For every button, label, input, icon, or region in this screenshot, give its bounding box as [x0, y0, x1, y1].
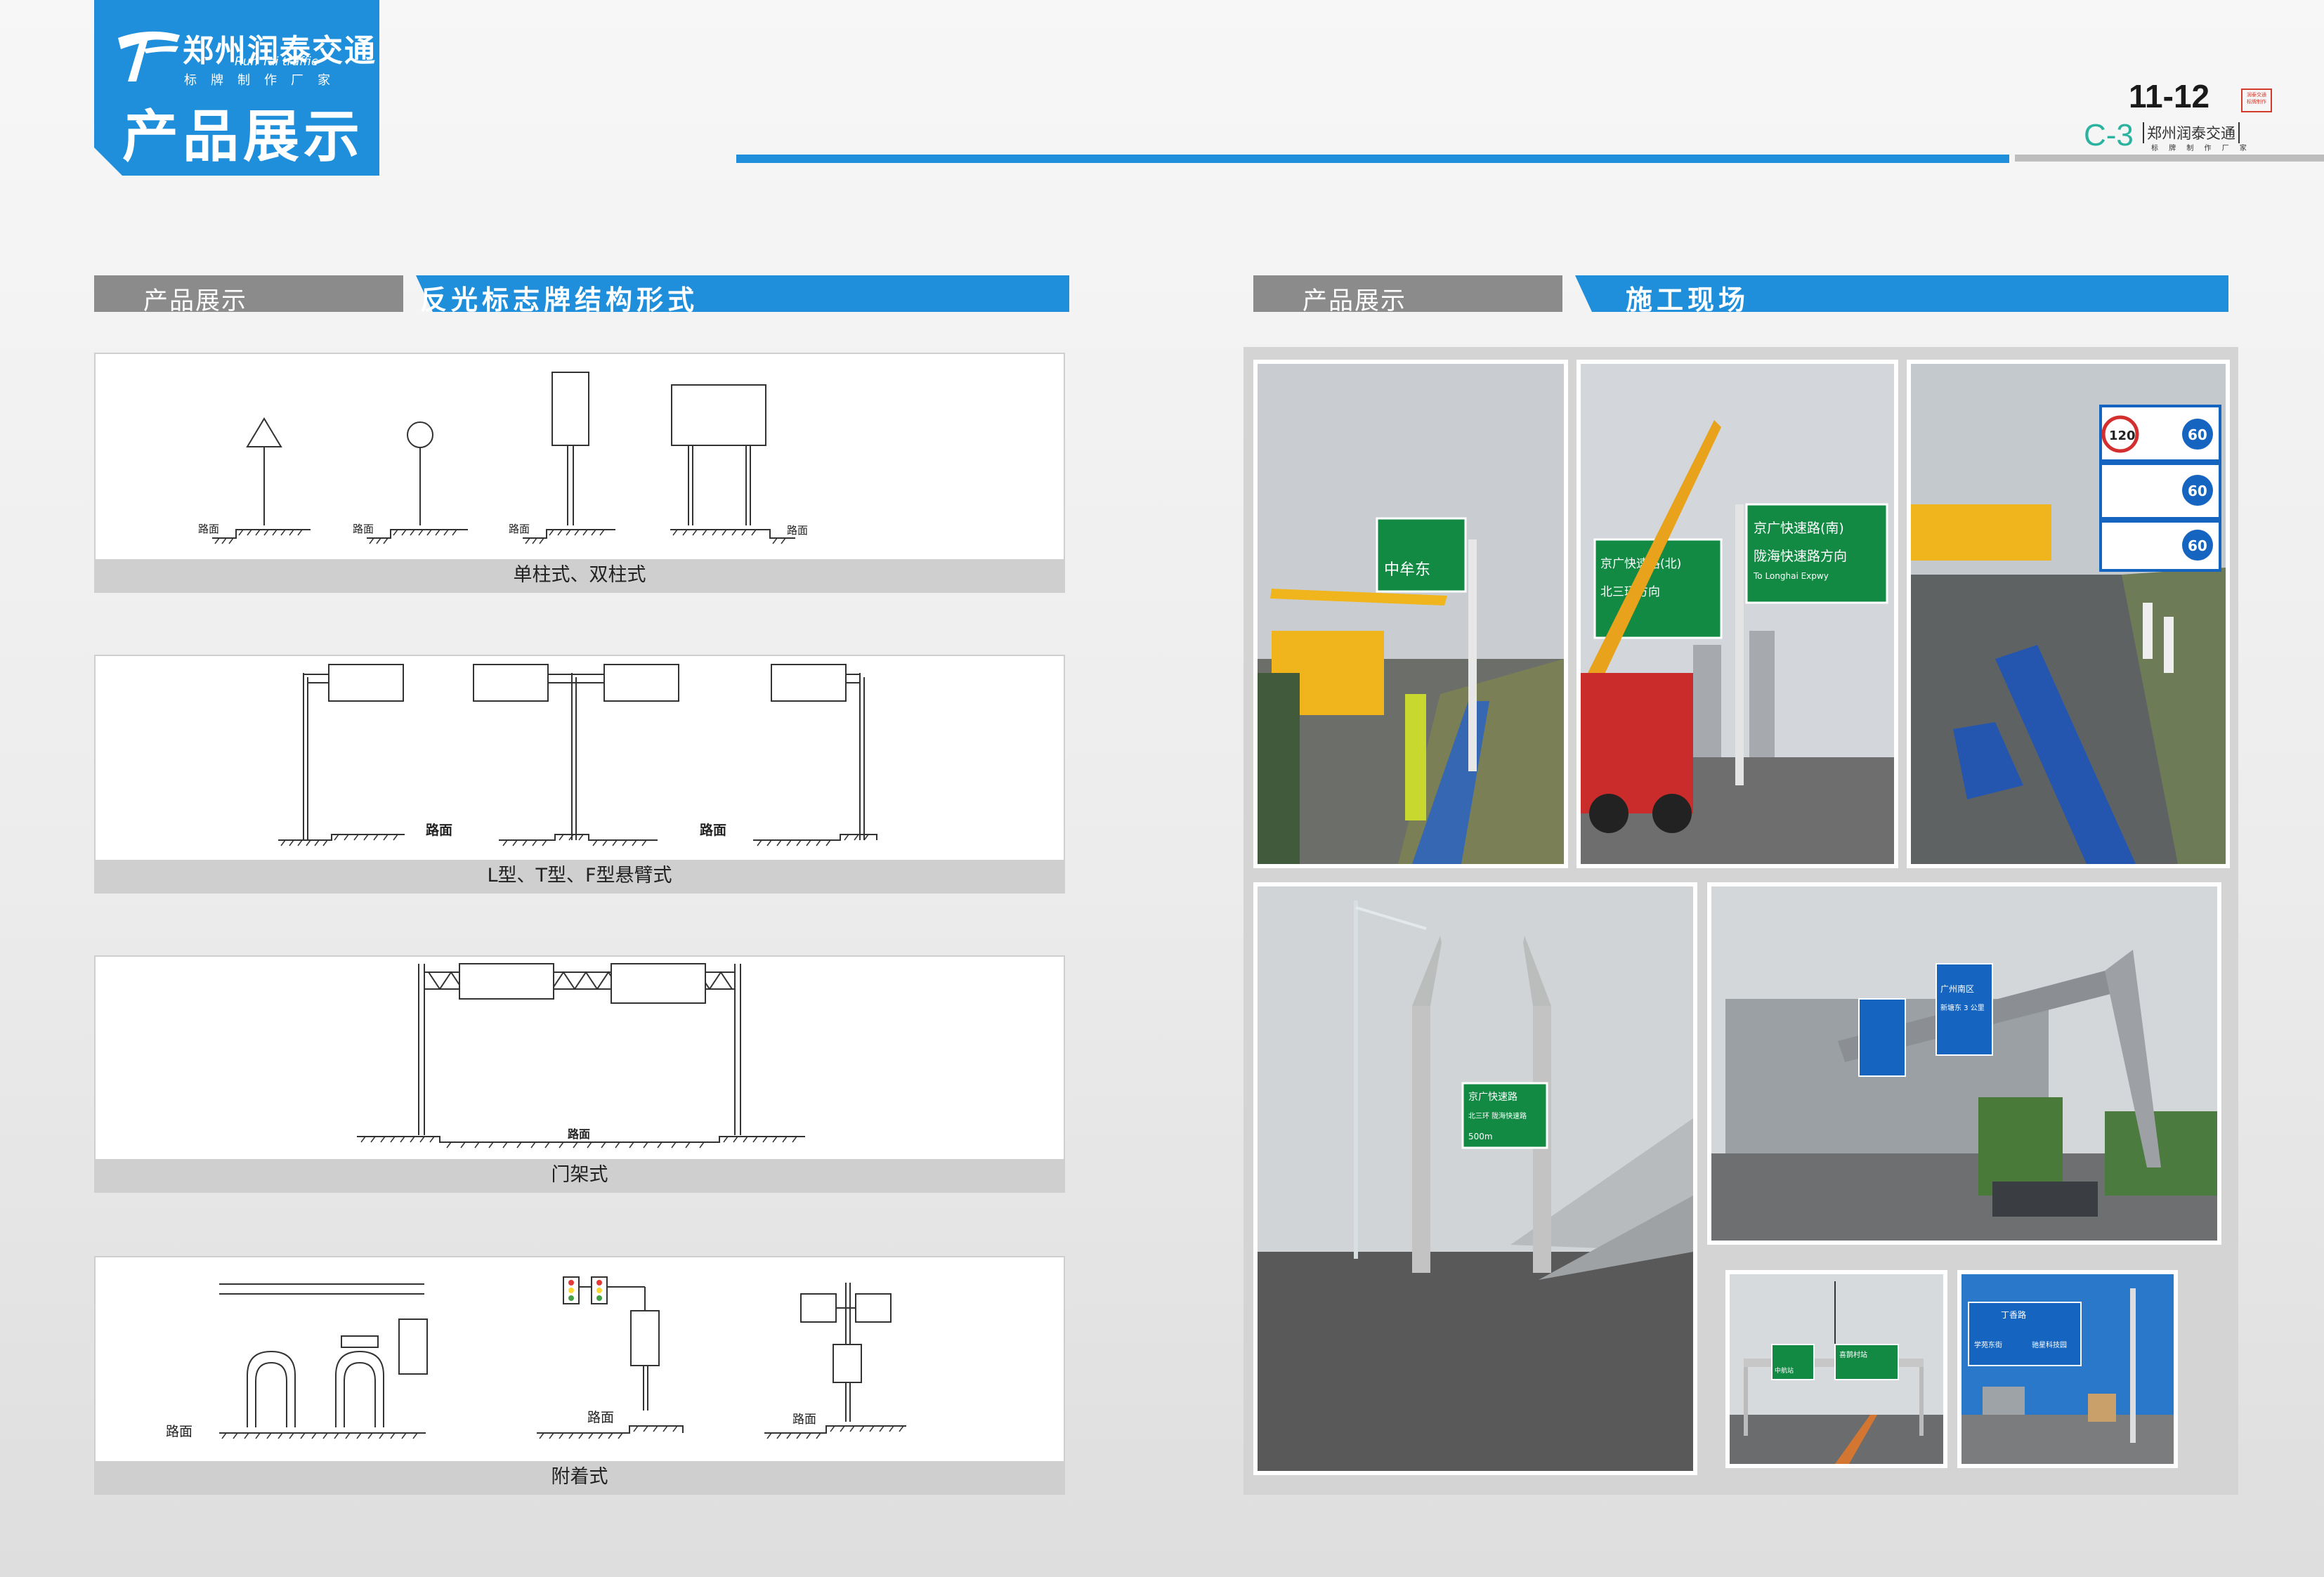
page-slogan: 标 牌 制 作 厂 家: [2151, 145, 2251, 152]
construction-photo-3: 120 60 60 60: [1907, 360, 2230, 868]
diagram-panel-attached: 路面 路面 路面 附着式: [94, 1256, 1065, 1495]
photo-sign-sub: 北三环 陇海快速路: [1468, 1111, 1527, 1120]
road-label: 路面: [353, 523, 374, 535]
photo-sign-dist: 500m: [1468, 1132, 1493, 1141]
right-section-tab-label: 产品展示: [1303, 287, 1407, 315]
panel-caption: L型、T型、F型悬臂式: [96, 860, 1064, 892]
page-number: 11-12: [2129, 78, 2210, 114]
page-section-title: 产品展示: [122, 104, 364, 169]
diagram-panel-gantry: 路面 门架式: [94, 955, 1065, 1193]
speed-limit-value: 60: [2188, 537, 2207, 554]
header-rule-blue: [736, 155, 2009, 163]
yellow-light-icon: [596, 1288, 602, 1293]
photo-sign-sub2: 驰星科技园: [2032, 1340, 2067, 1349]
road-label: 路面: [198, 523, 219, 535]
road-label: 路面: [568, 1127, 590, 1141]
panel-caption: 单柱式、双柱式: [96, 559, 1064, 591]
road-label: 路面: [792, 1413, 816, 1427]
speed-limit-value: 60: [2188, 426, 2207, 443]
left-section-title: 反光标志牌结构形式: [420, 284, 699, 315]
red-light-icon: [596, 1280, 602, 1285]
construction-photo-4: 京广快速路 北三环 陇海快速路 500m: [1253, 882, 1697, 1475]
red-light-icon: [568, 1280, 574, 1285]
green-light-icon: [596, 1295, 602, 1301]
cantilever-diagram: 路面 路面: [278, 664, 877, 846]
photo-sign-sub: 学苑东街: [1974, 1340, 2002, 1349]
construction-photo-grid: 中牟东 京广快速路(南) 陇海快速路方向 To Longhai Expwy 京广…: [1243, 347, 2238, 1495]
road-label: 路面: [700, 822, 726, 838]
company-logo-icon: [115, 28, 183, 84]
diagram-panel-single-double-column: 路面 路面 路面 路面 单柱式、双柱式: [94, 353, 1065, 593]
single-double-column-diagram: 路面 路面 路面 路面: [198, 372, 808, 544]
road-label: 路面: [426, 822, 452, 838]
header-rule-gray: [2015, 155, 2324, 162]
photo-sign-text: 广州南区: [1940, 983, 1974, 994]
road-label: 路面: [166, 1424, 192, 1439]
panel-caption: 附着式: [96, 1461, 1064, 1493]
right-section-banner: 产品展示 施工现场: [1253, 275, 2228, 315]
speed-limit-value: 60: [2188, 483, 2207, 499]
photo-sign-text: 喜鹊村站: [1839, 1350, 1867, 1359]
panel-caption: 门架式: [96, 1159, 1064, 1191]
road-label: 路面: [509, 523, 530, 535]
speed-limit-value: 120: [2109, 428, 2136, 443]
photo-sign-en: To Longhai Expwy: [1753, 571, 1829, 581]
construction-photo-5: 广州南区 新塘东 3 公里: [1707, 882, 2221, 1245]
photo-sign-text: 丁香路: [2001, 1309, 2026, 1320]
company-english-name: Run Tai traffic: [235, 55, 318, 69]
left-section-tab-label: 产品展示: [143, 287, 248, 315]
company-slogan: 标牌制作厂家: [184, 73, 344, 88]
right-section-title: 施工现场: [1626, 284, 1750, 315]
green-light-icon: [568, 1295, 574, 1301]
page-company: 郑州润泰交通: [2143, 122, 2240, 143]
photo-sign-left: 中航站: [1775, 1366, 1794, 1375]
road-label: 路面: [787, 524, 808, 537]
header-logo-block: 郑州润泰交通 Run Tai traffic 标牌制作厂家 产品展示: [94, 0, 379, 176]
road-label: 路面: [587, 1410, 614, 1425]
photo-sign-sub: 陇海快速路方向: [1754, 549, 1847, 564]
construction-photo-7: 丁香路 学苑东街 驰星科技园: [1957, 1270, 2178, 1468]
gantry-diagram: 路面: [357, 963, 805, 1149]
diagram-panel-cantilever: 路面 路面 L型、T型、F型悬臂式: [94, 655, 1065, 894]
left-section-banner: 产品展示 反光标志牌结构形式: [94, 275, 1069, 315]
photo-sign-text: 中牟东: [1384, 561, 1430, 579]
attached-diagram: 路面 路面 路面: [166, 1276, 906, 1439]
company-seal-stamp: 润泰交通 标牌制作: [2241, 89, 2272, 112]
photo-sign-text: 京广快速路: [1468, 1092, 1517, 1103]
construction-photo-2: 京广快速路(南) 陇海快速路方向 To Longhai Expwy 京广快速路(…: [1576, 360, 1898, 868]
construction-photo-6: 中航站 喜鹊村站: [1725, 1270, 1947, 1468]
photo-sign-text: 京广快速路(南): [1754, 521, 1844, 536]
construction-photo-1: 中牟东: [1253, 360, 1568, 868]
yellow-light-icon: [568, 1288, 574, 1293]
page-code: C-3: [2084, 118, 2134, 152]
photo-sign-sub: 新塘东 3 公里: [1940, 1003, 1985, 1012]
